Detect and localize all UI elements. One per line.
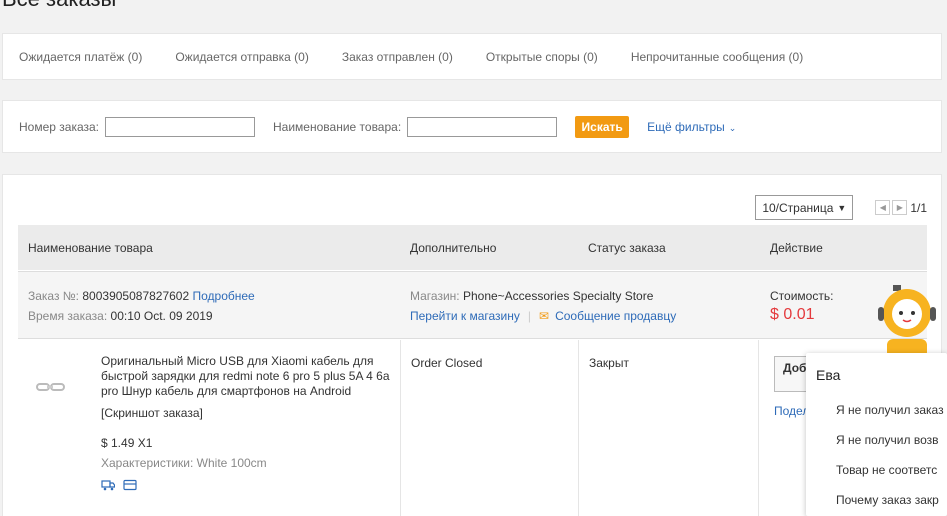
caret-down-icon: ▼ [837,202,847,213]
order-header: Заказ №: 8003905087827602 Подробнее Врем… [18,271,927,339]
popup-option[interactable]: Почему заказ закр [836,493,939,507]
prev-page-button[interactable]: ◀ [875,200,891,215]
cost-value: $ 0.01 [770,306,815,323]
orders-panel: 10/Страница ▼ ◀ ▶ 1/1 Наименование товар… [2,174,942,516]
next-page-button[interactable]: ▶ [892,200,908,215]
envelope-icon: ✉ [539,309,550,323]
cost-label: Стоимость: [770,289,834,303]
chevron-down-icon: ⌄ [728,122,737,133]
order-tabs: Ожидается платёж (0) Ожидается отправка … [2,33,942,80]
go-to-shop-link[interactable]: Перейти к магазину [410,309,520,323]
table-header: Наименование товара Дополнительно Статус… [18,225,927,270]
order-time-key: Время заказа: [28,309,108,323]
separator: | [527,309,531,323]
help-popup: Ева Я не получил заказ Я не получил возв… [806,353,947,516]
product-thumbnail[interactable] [36,380,66,394]
assistant-mascot-icon[interactable] [875,283,939,358]
spec-value: White 100cm [196,456,267,470]
truck-icon[interactable] [101,479,115,491]
product-name-label: Наименование товара: [273,119,402,134]
tab-open-disputes[interactable]: Открытые споры (0) [486,50,598,64]
order-time: 00:10 Oct. 09 2019 [110,309,213,323]
shop-key: Магазин: [410,289,460,303]
tab-unread-messages[interactable]: Непрочитанные сообщения (0) [631,50,803,64]
spec-key: Характеристики: [101,456,194,470]
message-seller-link[interactable]: Сообщение продавцу [555,309,676,323]
product-name-input[interactable] [407,116,558,137]
order-screenshot-link[interactable]: [Скриншот заказа] [101,406,203,420]
item-status: Закрыт [589,356,629,370]
shop-name: Phone~Accessories Specialty Store [462,289,654,303]
column-divider [758,340,759,516]
search-button[interactable]: Искать [575,115,630,138]
order-time-line: Время заказа: 00:10 Oct. 09 2019 [28,309,213,323]
shop-actions: Перейти к магазину | ✉ Сообщение продавцу [410,309,676,323]
order-number-input[interactable] [105,116,256,137]
product-name[interactable]: Оригинальный Micro USB для Xiaomi кабель… [101,354,401,399]
more-filters-label: Ещё фильтры [647,119,725,134]
page-title: Все заказы [2,0,116,12]
column-divider [578,340,579,516]
popup-option[interactable]: Я не получил заказ [836,403,944,417]
popup-option[interactable]: Товар не соответс [836,463,937,477]
order-number-line: Заказ №: 8003905087827602 Подробнее [28,289,255,303]
header-action: Действие [770,240,823,255]
table-row: Оригинальный Micro USB для Xiaomi кабель… [18,340,927,516]
page-size-value: 10/Страница [762,200,834,215]
order-number-key: Заказ №: [28,289,80,303]
page-info: 1/1 [910,200,927,215]
order-details-link[interactable]: Подробнее [193,289,255,303]
item-extra: Order Closed [411,356,483,370]
tab-shipped[interactable]: Заказ отправлен (0) [342,50,453,64]
item-icons [101,479,137,491]
shop-line: Магазин: Phone~Accessories Specialty Sto… [410,289,653,303]
pager: 10/Страница ▼ ◀ ▶ 1/1 [755,195,927,220]
page-size-select[interactable]: 10/Страница ▼ [755,195,854,220]
header-additional: Дополнительно [410,240,497,255]
item-spec: Характеристики: White 100cm [101,456,267,470]
header-order-status: Статус заказа [588,240,666,255]
share-link[interactable]: Подел [774,404,809,418]
order-number: 8003905087827602 [82,289,190,303]
filter-bar: Номер заказа: Наименование товара: Искат… [2,100,942,153]
popup-option[interactable]: Я не получил возв [836,433,939,447]
tab-awaiting-shipment[interactable]: Ожидается отправка (0) [175,50,309,64]
tab-awaiting-payment[interactable]: Ожидается платёж (0) [19,50,142,64]
more-filters-link[interactable]: Ещё фильтры ⌄ [647,120,736,134]
item-price: $ 1.49 X1 [101,436,153,450]
card-icon[interactable] [123,479,137,491]
header-product-name: Наименование товара [28,240,153,255]
order-number-label: Номер заказа: [19,119,100,134]
popup-title: Ева [816,367,841,383]
